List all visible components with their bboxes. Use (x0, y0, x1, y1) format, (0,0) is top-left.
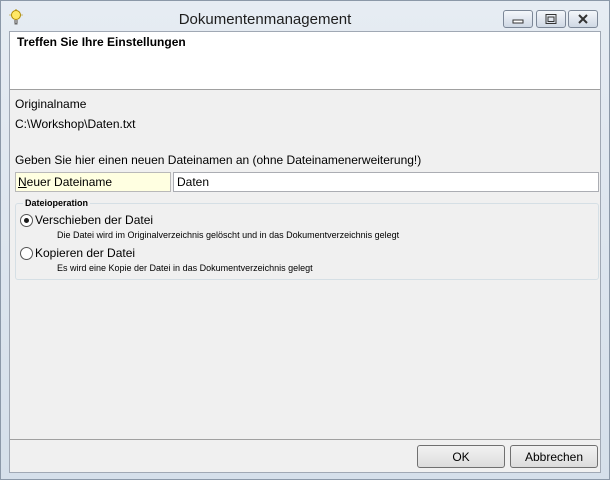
move-file-label[interactable]: Verschieben der Datei (35, 213, 153, 227)
new-filename-input[interactable] (173, 172, 599, 192)
original-name-value: C:\Workshop\Daten.txt (15, 117, 136, 131)
close-icon (578, 14, 588, 24)
copy-file-label[interactable]: Kopieren der Datei (35, 246, 135, 260)
header-banner: Treffen Sie Ihre Einstellungen (10, 32, 600, 90)
dialog-window: Dokumentenmanagement Treffen Sie Ihre Ei… (0, 0, 610, 480)
ok-button[interactable]: OK (417, 445, 505, 468)
minimize-icon (512, 19, 524, 24)
new-filename-label: Neuer Dateiname (15, 172, 171, 192)
title-bar[interactable]: Dokumentenmanagement (1, 1, 609, 31)
close-button[interactable] (568, 10, 598, 28)
new-filename-label-text: euer Dateiname (26, 175, 113, 189)
file-operation-legend: Dateioperation (23, 198, 91, 208)
minimize-button[interactable] (503, 10, 533, 28)
banner-title: Treffen Sie Ihre Einstellungen (17, 35, 186, 49)
original-name-label: Originalname (15, 97, 87, 111)
copy-file-radio[interactable] (20, 247, 33, 260)
footer-divider (10, 439, 600, 440)
new-filename-label-mnemonic: N (18, 175, 27, 189)
rename-prompt: Geben Sie hier einen neuen Dateinamen an… (15, 153, 422, 167)
move-file-description: Die Datei wird im Originalverzeichnis ge… (57, 230, 400, 240)
dialog-content: Treffen Sie Ihre Einstellungen Originaln… (9, 31, 601, 473)
maximize-icon (545, 14, 557, 24)
maximize-button[interactable] (536, 10, 566, 28)
window-title: Dokumentenmanagement (178, 11, 352, 28)
cancel-button[interactable]: Abbrechen (510, 445, 598, 468)
copy-file-description: Es wird eine Kopie der Datei in das Doku… (57, 263, 313, 273)
move-file-radio[interactable] (20, 214, 33, 227)
